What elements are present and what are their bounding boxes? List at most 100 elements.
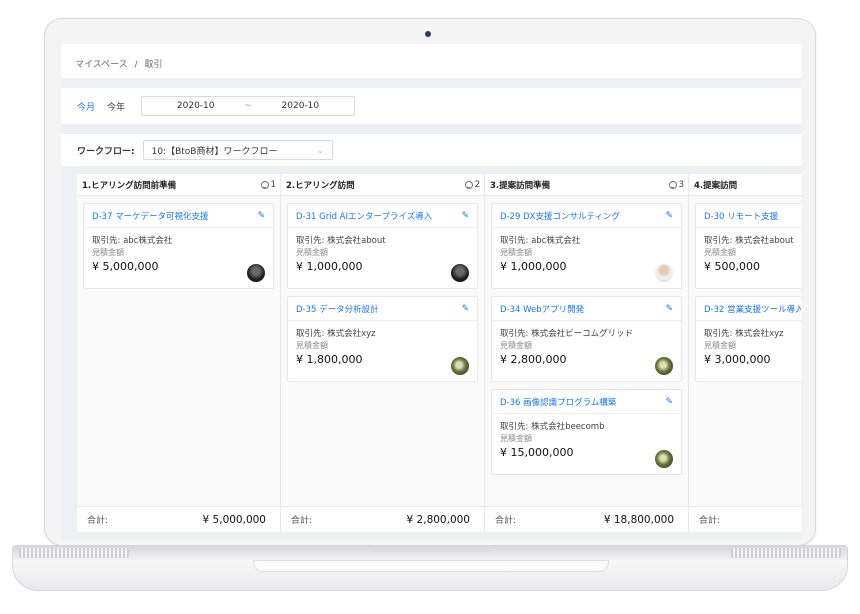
card-list: D-31 Grid AIエンタープライズ導入 ✎ 取引先: 株式会社about 見積金… bbox=[281, 196, 484, 382]
estimate-label: 見積金額 bbox=[296, 341, 328, 350]
total-label: 合計: bbox=[291, 516, 313, 526]
estimate-amount: ¥ 15,000,000 bbox=[500, 446, 574, 459]
total-label: 合計: bbox=[495, 516, 517, 526]
avatar[interactable] bbox=[655, 450, 673, 468]
total-value: ¥ 2,800,000 bbox=[406, 513, 470, 526]
estimate-amount: ¥ 2,800,000 bbox=[500, 353, 567, 366]
card-list: D-37 マーケデータ可視化支援 ✎ 取引先: abc株式会社 見積金額 ¥ 5,000… bbox=[77, 196, 280, 289]
card-body: 取引先: 株式会社beecomb 見積金額 ¥ 15,000,000 bbox=[492, 414, 681, 474]
date-range-picker[interactable]: 2020-10 ~ 2020-10 bbox=[141, 96, 356, 116]
pencil-icon[interactable]: ✎ bbox=[461, 304, 469, 314]
workflow-selected: 10:【BtoB商材】ワークフロー bbox=[151, 146, 278, 157]
column-footer: 合計: ¥ 2,800,000 bbox=[281, 506, 484, 532]
column-count-value: 3 bbox=[678, 179, 684, 190]
deal-card[interactable]: D-29 DX支援コンサルティング ✎ 取引先: abc株式会社 見積金額 ¥ 1,00… bbox=[491, 203, 682, 289]
deal-card[interactable]: D-34 Webアプリ開発 ✎ 取引先: 株式会社ビーコムグリッド 見積金額 ¥ 2,8… bbox=[491, 296, 682, 382]
deal-title-link[interactable]: D-36 画像認識プログラム構築 bbox=[500, 396, 616, 408]
speaker-grille-right bbox=[731, 548, 841, 558]
column-header: 3.提案訪問準備 3 bbox=[485, 174, 688, 196]
breadcrumb-myspace[interactable]: マイスペース bbox=[75, 60, 128, 70]
kanban-column: 3.提案訪問準備 3 D-29 DX支援コンサルティング ✎ 取引先: abc株式会社見… bbox=[485, 174, 689, 532]
avatar[interactable] bbox=[451, 357, 469, 375]
card-header: D-34 Webアプリ開発 ✎ bbox=[492, 297, 681, 321]
card-body: 取引先: 株式会社xyz 見積金額 ¥ 3,000,000 bbox=[696, 321, 801, 381]
avatar[interactable] bbox=[451, 264, 469, 282]
card-body: 取引先: 株式会社about 見積金額 ¥ 500,000 bbox=[696, 228, 801, 288]
deal-card[interactable]: D-37 マーケデータ可視化支援 ✎ 取引先: abc株式会社 見積金額 ¥ 5,000… bbox=[83, 203, 274, 289]
deal-card[interactable]: D-35 データ分析設計 ✎ 取引先: 株式会社xyz 見積金額 ¥ 1,800,000 bbox=[287, 296, 478, 382]
deal-client: 取引先: 株式会社xyz bbox=[704, 329, 784, 339]
this-month-link[interactable]: 今月 bbox=[77, 100, 95, 113]
breadcrumb-deals: 取引 bbox=[144, 60, 163, 70]
estimate-label: 見積金額 bbox=[92, 248, 124, 257]
card-header: D-30 リモート支援 bbox=[696, 204, 801, 228]
pencil-icon[interactable]: ✎ bbox=[665, 397, 673, 407]
workflow-select[interactable]: 10:【BtoB商材】ワークフロー ⌄ bbox=[142, 140, 333, 160]
card-body: 取引先: 株式会社about 見積金額 ¥ 1,000,000 bbox=[288, 228, 477, 288]
estimate-label: 見積金額 bbox=[500, 434, 532, 443]
workflow-label: ワークフロー: bbox=[77, 146, 135, 157]
deal-title-link[interactable]: D-31 Grid AIエンタープライズ導入 bbox=[296, 210, 432, 222]
avatar[interactable] bbox=[655, 357, 673, 375]
card-body: 取引先: 株式会社ビーコムグリッド 見積金額 ¥ 2,800,000 bbox=[492, 321, 681, 381]
estimate-amount: ¥ 5,000,000 bbox=[92, 260, 159, 273]
avatar[interactable] bbox=[655, 264, 673, 282]
estimate-amount: ¥ 1,000,000 bbox=[296, 260, 363, 273]
pencil-icon[interactable]: ✎ bbox=[257, 211, 265, 221]
card-list: D-30 リモート支援 取引先: 株式会社about 見積金額 ¥ 500,000 D-… bbox=[689, 196, 801, 382]
column-footer: 合計: ¥ 18,800,000 bbox=[485, 506, 688, 532]
laptop-lid: マイスペース / 取引 今月 今年 2020-10 ~ 2020-10 ワークフ… bbox=[44, 18, 816, 546]
deal-card[interactable]: D-31 Grid AIエンタープライズ導入 ✎ 取引先: 株式会社about 見積金… bbox=[287, 203, 478, 289]
column-count: 3 bbox=[668, 179, 684, 190]
card-header: D-31 Grid AIエンタープライズ導入 ✎ bbox=[288, 204, 477, 228]
deal-title-link[interactable]: D-29 DX支援コンサルティング bbox=[500, 210, 620, 222]
total-label: 合計: bbox=[87, 516, 109, 526]
avatar[interactable] bbox=[247, 264, 265, 282]
pencil-icon[interactable]: ✎ bbox=[665, 304, 673, 314]
estimate-label: 見積金額 bbox=[704, 341, 736, 350]
deal-title-link[interactable]: D-30 リモート支援 bbox=[704, 210, 778, 222]
deal-client: 取引先: 株式会社ビーコムグリッド bbox=[500, 329, 634, 339]
column-footer: 合計: ¥ 5,000,000 bbox=[77, 506, 280, 532]
column-title: 2.ヒアリング訪問 bbox=[286, 180, 355, 191]
column-footer: 合計: bbox=[689, 506, 801, 532]
deal-client: 取引先: 株式会社about bbox=[296, 236, 386, 246]
column-header: 1.ヒアリング訪問前準備 1 bbox=[77, 174, 280, 196]
estimate-amount: ¥ 1,000,000 bbox=[500, 260, 567, 273]
total-label: 合計: bbox=[699, 516, 721, 526]
column-count-value: 1 bbox=[270, 179, 276, 190]
total-value: ¥ 18,800,000 bbox=[603, 513, 674, 526]
deal-title-link[interactable]: D-37 マーケデータ可視化支援 bbox=[92, 210, 208, 222]
smile-icon bbox=[260, 180, 269, 189]
card-body: 取引先: 株式会社xyz 見積金額 ¥ 1,800,000 bbox=[288, 321, 477, 381]
this-year-link[interactable]: 今年 bbox=[107, 100, 125, 113]
column-header: 4.提案訪問 bbox=[689, 174, 801, 196]
deal-title-link[interactable]: D-32 営業支援ツール導入 bbox=[704, 303, 801, 315]
estimate-label: 見積金額 bbox=[500, 248, 532, 257]
column-count: 2 bbox=[464, 179, 480, 190]
deal-card[interactable]: D-32 営業支援ツール導入 取引先: 株式会社xyz 見積金額 ¥ 3,000,00… bbox=[695, 296, 801, 382]
date-start: 2020-10 bbox=[176, 101, 215, 111]
card-header: D-29 DX支援コンサルティング ✎ bbox=[492, 204, 681, 228]
base-notch bbox=[371, 546, 491, 552]
deal-card[interactable]: D-36 画像認識プログラム構築 ✎ 取引先: 株式会社beecomb 見積金額 ¥ 1… bbox=[491, 389, 682, 475]
kanban-column: 1.ヒアリング訪問前準備 1 D-37 マーケデータ可視化支援 ✎ 取引先: abc株式… bbox=[77, 174, 281, 532]
card-header: D-37 マーケデータ可視化支援 ✎ bbox=[84, 204, 273, 228]
deal-client: 取引先: 株式会社beecomb bbox=[500, 422, 605, 432]
deal-card[interactable]: D-30 リモート支援取引先: 株式会社about 見積金額 ¥ 500,000 bbox=[695, 203, 801, 289]
column-count-value: 2 bbox=[474, 179, 480, 190]
pencil-icon[interactable]: ✎ bbox=[665, 211, 673, 221]
deal-title-link[interactable]: D-35 データ分析設計 bbox=[296, 303, 379, 315]
laptop-base bbox=[12, 545, 848, 591]
column-title: 1.ヒアリング訪問前準備 bbox=[82, 180, 177, 191]
breadcrumb-separator: / bbox=[134, 60, 138, 70]
kanban-board: 1.ヒアリング訪問前準備 1 D-37 マーケデータ可視化支援 ✎ 取引先: abc株式… bbox=[77, 174, 801, 532]
card-body: 取引先: abc株式会社 見積金額 ¥ 1,000,000 bbox=[492, 228, 681, 288]
pencil-icon[interactable]: ✎ bbox=[461, 211, 469, 221]
deal-title-link[interactable]: D-34 Webアプリ開発 bbox=[500, 303, 584, 315]
estimate-label: 見積金額 bbox=[500, 341, 532, 350]
kanban-column: 4.提案訪問 D-30 リモート支援取引先: 株式会社about 見積金額 ¥ 500… bbox=[689, 174, 801, 532]
total-value: ¥ 5,000,000 bbox=[202, 513, 266, 526]
estimate-amount: ¥ 1,800,000 bbox=[296, 353, 363, 366]
deal-client: 取引先: 株式会社xyz bbox=[296, 329, 376, 339]
